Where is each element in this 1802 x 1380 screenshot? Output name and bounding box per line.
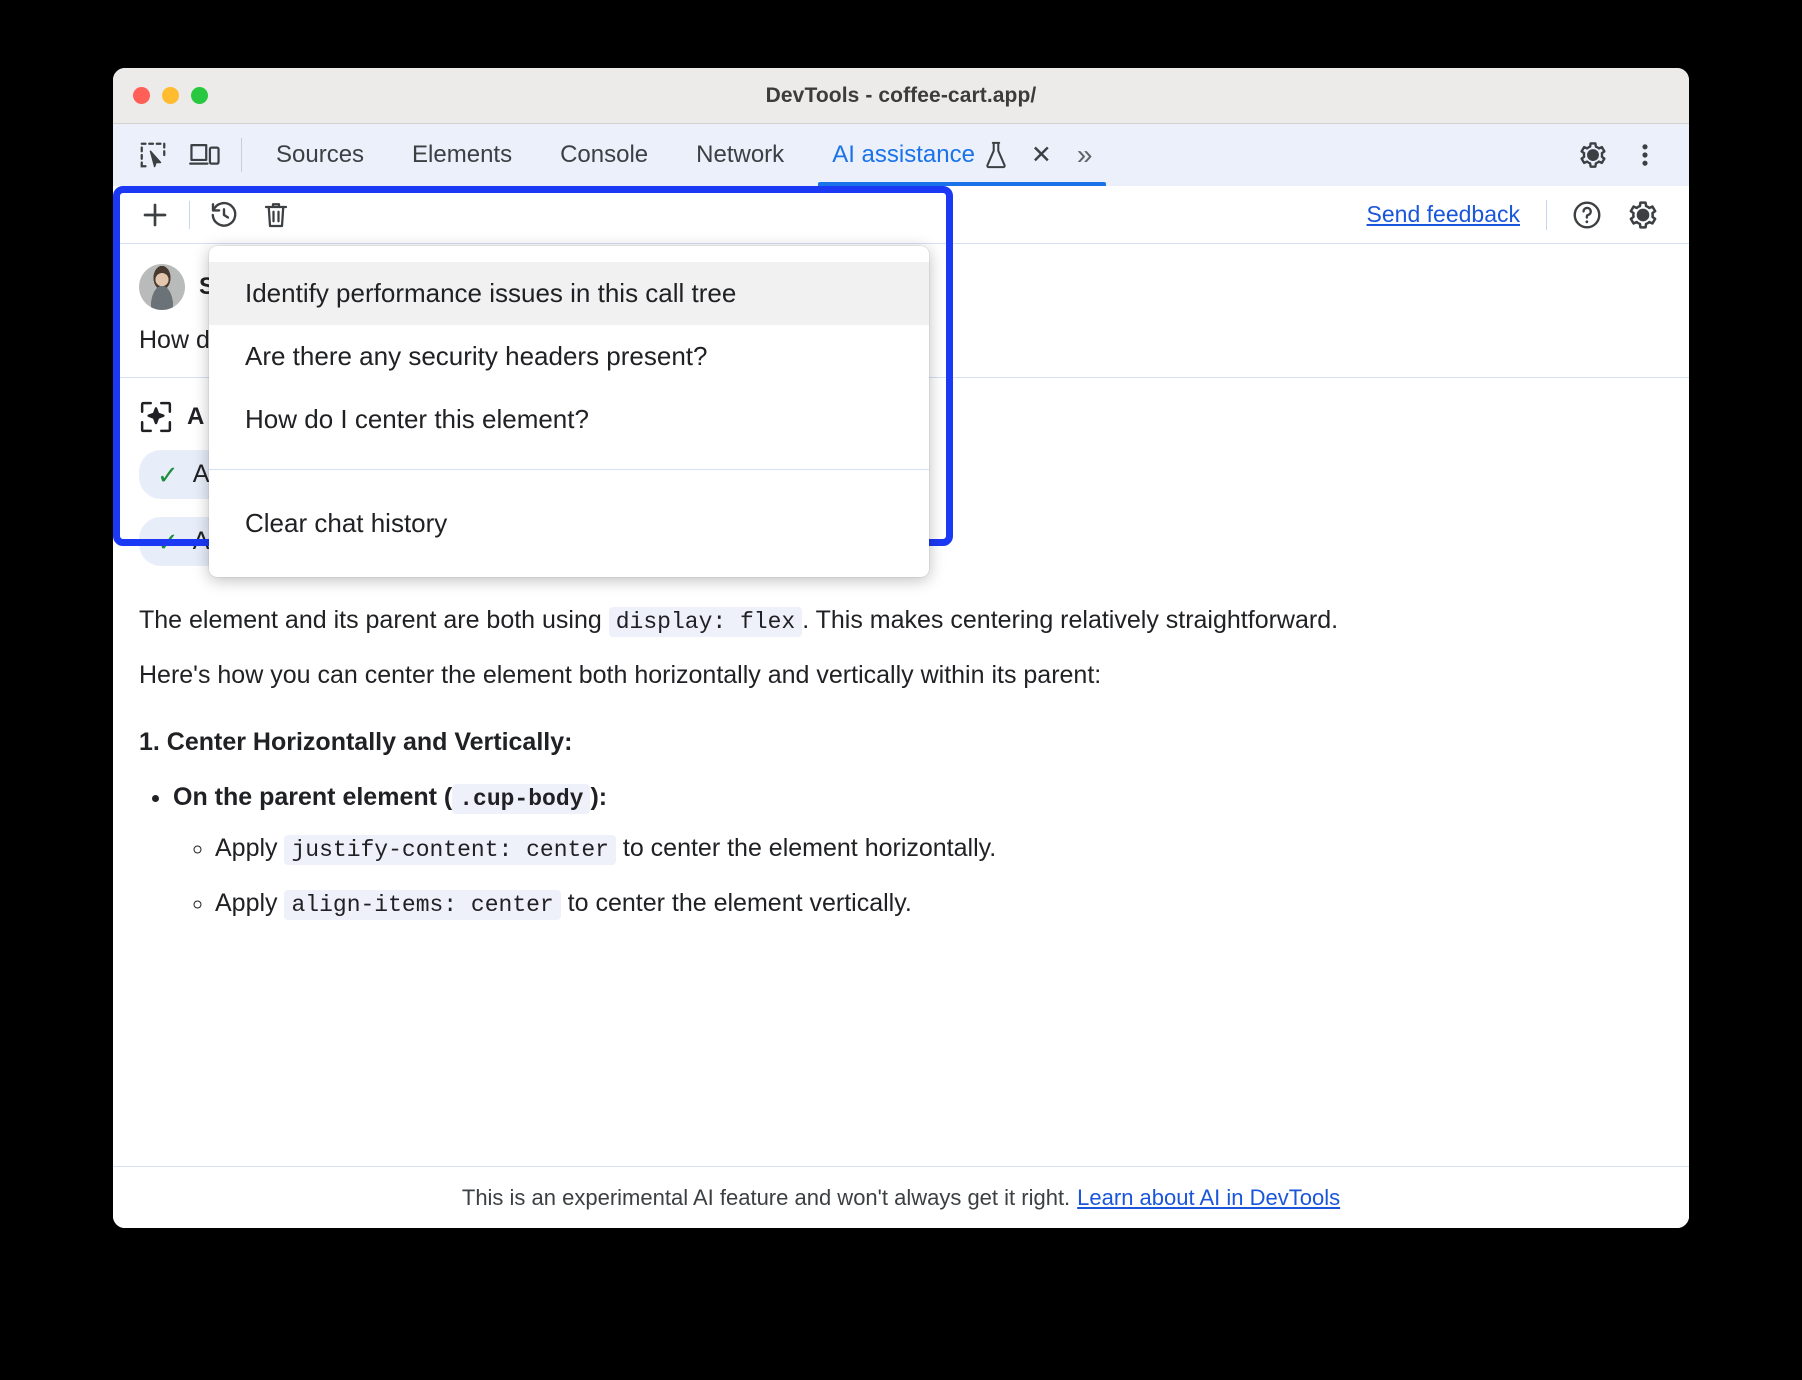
send-feedback-link[interactable]: Send feedback (1355, 201, 1532, 228)
assistant-paragraph-1: The element and its parent are both usin… (139, 602, 1663, 639)
tab-console[interactable]: Console (536, 124, 672, 186)
menu-item-center-element[interactable]: How do I center this element? (209, 388, 929, 451)
bullet-suffix: to center the element horizontally. (616, 834, 996, 862)
close-tab-icon[interactable]: ✕ (1031, 140, 1052, 170)
window-title: DevTools - coffee-cart.app/ (113, 84, 1689, 108)
delete-trash-icon[interactable] (250, 192, 302, 238)
window-titlebar: DevTools - coffee-cart.app/ (113, 68, 1689, 124)
devtools-tabbar: Sources Elements Console Network AI assi… (113, 124, 1689, 186)
toolbar-right-divider (1546, 200, 1547, 230)
minimize-window-button[interactable] (162, 87, 179, 104)
user-avatar (139, 264, 185, 310)
list-item: Apply justify-content: center to center … (215, 834, 1663, 863)
close-window-button[interactable] (133, 87, 150, 104)
tab-ai-assistance[interactable]: AI assistance ✕ » (808, 124, 1116, 186)
check-icon: ✓ (157, 462, 179, 488)
bullet-suffix: ): (590, 783, 607, 811)
assistant-heading: 1. Center Horizontally and Vertically: (139, 728, 1663, 757)
more-tabs-icon[interactable]: » (1077, 139, 1093, 171)
device-toolbar-icon[interactable] (179, 124, 231, 186)
menu-item-clear-chat-history[interactable]: Clear chat history (209, 492, 929, 555)
settings-gear-icon[interactable] (1617, 192, 1669, 238)
bullet-prefix: On the parent element ( (173, 783, 452, 811)
menu-item-security-headers[interactable]: Are there any security headers present? (209, 325, 929, 388)
tab-sources[interactable]: Sources (252, 124, 388, 186)
devtools-window: DevTools - coffee-cart.app/ Sources Elem… (113, 68, 1689, 1228)
menu-divider (209, 469, 929, 470)
tab-label: AI assistance (832, 141, 975, 169)
tab-label: Sources (276, 141, 364, 169)
inline-code: display: flex (609, 607, 802, 637)
help-question-icon[interactable] (1561, 192, 1613, 238)
tabbar-right-tools (1542, 124, 1689, 186)
tab-elements[interactable]: Elements (388, 124, 536, 186)
experimental-feature-footer: This is an experimental AI feature and w… (113, 1166, 1689, 1228)
ai-assistance-panel: Send feedback (113, 186, 1689, 1228)
assistant-sub-bullet-list: Apply justify-content: center to center … (215, 834, 1663, 918)
assistant-bullet-list: On the parent element (.cup-body): Apply… (173, 783, 1663, 918)
assistant-paragraph-2: Here's how you can center the element bo… (139, 657, 1663, 693)
assistant-name: A (187, 403, 204, 431)
bullet-prefix: Apply (215, 834, 284, 862)
panel-toolbar-right: Send feedback (1355, 192, 1669, 238)
list-item: On the parent element (.cup-body): Apply… (173, 783, 1663, 918)
new-chat-button[interactable] (129, 192, 181, 238)
more-options-kebab-icon[interactable] (1619, 129, 1671, 181)
ai-sparkle-icon (139, 400, 173, 434)
experiment-flask-icon (984, 141, 1008, 169)
toolbar-divider (189, 201, 190, 229)
tab-network[interactable]: Network (672, 124, 808, 186)
settings-gear-icon[interactable] (1567, 129, 1619, 181)
maximize-window-button[interactable] (191, 87, 208, 104)
tab-label: Console (560, 141, 648, 169)
learn-about-ai-link[interactable]: Learn about AI in DevTools (1077, 1185, 1340, 1211)
ai-panel-toolbar: Send feedback (113, 186, 1689, 244)
tab-label: Elements (412, 141, 512, 169)
menu-item-identify-performance[interactable]: Identify performance issues in this call… (209, 262, 929, 325)
bullet-suffix: to center the element vertically. (561, 889, 912, 917)
footer-disclaimer: This is an experimental AI feature and w… (462, 1185, 1070, 1211)
chat-history-dropdown-menu: Identify performance issues in this call… (209, 246, 929, 577)
inline-code: .cup-body (452, 784, 590, 814)
history-icon[interactable] (198, 192, 250, 238)
para-text: The element and its parent are both usin… (139, 606, 609, 634)
para-text: . This makes centering relatively straig… (802, 606, 1338, 634)
tab-label: Network (696, 141, 784, 169)
bullet-prefix: Apply (215, 889, 284, 917)
list-item: Apply align-items: center to center the … (215, 889, 1663, 918)
inspect-element-icon[interactable] (127, 124, 179, 186)
tabbar-divider (241, 138, 242, 172)
traffic-lights (133, 87, 208, 104)
inline-code: align-items: center (284, 890, 560, 920)
check-icon: ✓ (157, 529, 179, 555)
inline-code: justify-content: center (284, 835, 615, 865)
